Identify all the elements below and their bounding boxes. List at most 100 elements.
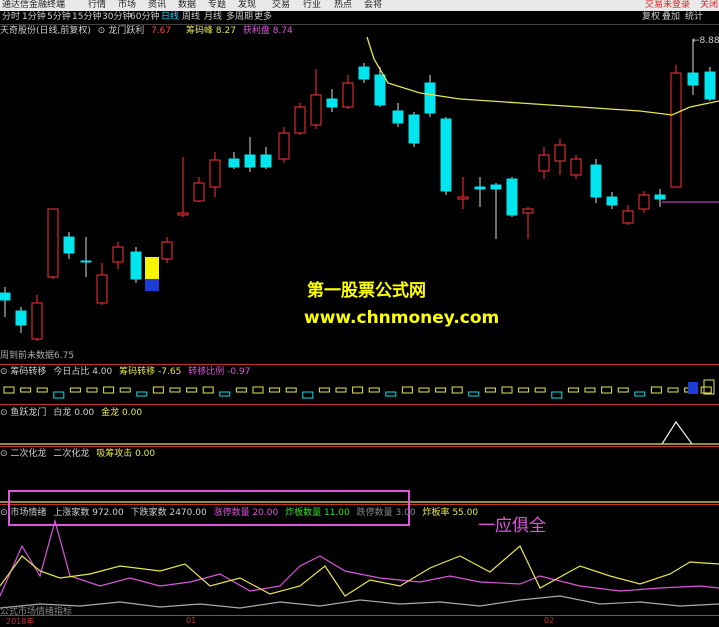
panel3-label-1: 金龙 — [101, 408, 120, 418]
candle-body — [130, 251, 142, 280]
indicator-name: 龙门跃利 — [108, 26, 145, 36]
menu-hangqing[interactable]: 行情 — [88, 0, 106, 11]
signal-peak — [661, 420, 693, 445]
profit-label: 获利盘 — [242, 26, 270, 36]
transfer-bar — [667, 387, 679, 393]
transfer-bar — [518, 387, 530, 393]
candle-body — [112, 246, 124, 263]
menu-hangye[interactable]: 行业 — [303, 0, 321, 11]
panel4-header: ⊙ 二次化龙 二次化龙 吸筹攻击 0.00 — [0, 448, 155, 460]
transfer-bar — [335, 387, 347, 393]
candle-body — [31, 302, 43, 340]
menu-zixun[interactable]: 资讯 — [148, 0, 166, 11]
transfer-bar — [36, 387, 48, 393]
app-logo-title: 通达信金融终端 — [2, 0, 66, 10]
menu-zhuanti[interactable]: 专题 — [208, 0, 226, 11]
candle-body — [209, 159, 221, 188]
panel2-name: 筹码转移 — [10, 367, 47, 377]
period-monthly[interactable]: 月线 — [204, 11, 222, 24]
candle-body — [161, 241, 173, 260]
candle-body — [260, 154, 272, 168]
transfer-bar — [584, 387, 596, 393]
candle-body — [392, 110, 404, 124]
profit-value: 8.74 — [272, 26, 293, 36]
candle-body — [358, 66, 370, 80]
candle-body — [474, 186, 486, 190]
period-weekly[interactable]: 周线 — [182, 11, 200, 24]
chip-peak-value: 8.27 — [215, 26, 236, 36]
menu-redian[interactable]: 热点 — [334, 0, 352, 11]
menu-shichang[interactable]: 市场 — [118, 0, 136, 11]
settings-icon[interactable]: ⊙ — [0, 408, 8, 418]
transfer-bar — [152, 386, 164, 394]
transfer-bar — [20, 387, 32, 393]
period-daily[interactable]: 日线 — [161, 11, 179, 24]
watermark-url: www.chnmoney.com — [304, 308, 500, 328]
trade-login-status[interactable]: 交易未登录 — [645, 0, 690, 11]
transfer-bar — [617, 387, 629, 393]
settings-icon[interactable]: ⊙ — [98, 26, 106, 36]
settings-icon[interactable]: ⊙ — [0, 367, 8, 377]
candle-body — [80, 260, 92, 263]
sentiment-line-yellow — [0, 545, 719, 597]
transfer-bar — [202, 386, 214, 394]
transfer-bar — [119, 387, 131, 393]
overlay-button[interactable]: 叠加 — [662, 11, 680, 24]
transfer-bar — [700, 386, 712, 394]
transfer-bar — [468, 391, 480, 397]
candle-body — [96, 274, 108, 304]
transfer-bar — [186, 387, 198, 393]
panel2-header: ⊙ 筹码转移 今日占比 4.00 筹码转移 -7.65 转移比例 -0.97 — [0, 366, 250, 378]
chip-transfer-chart[interactable] — [0, 378, 719, 403]
panel2-value-2: -0.97 — [227, 367, 251, 377]
chip-peak-label: 筹码峰 — [186, 26, 214, 36]
low-price-label: 周到前未数据6.75 — [0, 351, 75, 361]
transfer-bar — [484, 387, 496, 393]
watermark-title: 第一股票公式网 — [307, 281, 426, 301]
transfer-bar — [3, 386, 15, 394]
transfer-bar-highlight — [688, 382, 698, 394]
candle-body — [590, 164, 602, 198]
menu-shuju[interactable]: 数据 — [178, 0, 196, 11]
menu-jiaoyi[interactable]: 交易 — [272, 0, 290, 11]
transfer-bar — [169, 387, 181, 393]
period-60min[interactable]: 60分钟 — [130, 11, 159, 24]
yellow-marker — [145, 257, 159, 279]
period-15min[interactable]: 15分钟 — [72, 11, 101, 24]
candle-body — [228, 158, 240, 168]
menu-faxian[interactable]: 发现 — [238, 0, 256, 11]
candle-body — [294, 106, 306, 134]
panel2-value-1: -7.65 — [158, 367, 182, 377]
candle-body — [244, 154, 256, 168]
menu-bar: 通达信金融终端 行情 市场 资讯 数据 专题 发现 交易 行业 热点 会将 交易… — [0, 0, 719, 11]
close-link[interactable]: 关闭 — [700, 0, 718, 11]
fuquan-button[interactable]: 复权 — [642, 11, 660, 24]
menu-huijiang[interactable]: 会将 — [364, 0, 382, 11]
transfer-bar — [318, 387, 330, 393]
period-5min[interactable]: 5分钟 — [47, 11, 71, 24]
candle-body — [606, 196, 618, 206]
candle-body — [326, 98, 338, 108]
candle-body — [424, 82, 436, 114]
candle-body — [63, 236, 75, 254]
market-sentiment-chart[interactable] — [0, 516, 719, 616]
period-fenshi[interactable]: 分时 — [2, 11, 20, 24]
period-more[interactable]: 更多 — [254, 11, 272, 24]
period-1min[interactable]: 1分钟 — [22, 11, 46, 24]
period-multi[interactable]: 多周期 — [226, 11, 253, 24]
candle-body — [457, 196, 469, 200]
stats-button[interactable]: 统计 — [685, 11, 703, 24]
settings-icon[interactable]: ⊙ — [0, 449, 8, 459]
transfer-bar — [501, 386, 513, 394]
candle-body — [622, 210, 634, 224]
candle-body — [538, 154, 550, 172]
blue-marker — [145, 279, 159, 291]
dragon-signal-chart[interactable] — [0, 418, 719, 446]
transfer-bar — [53, 391, 65, 399]
period-30min[interactable]: 30分钟 — [102, 11, 131, 24]
candle-body — [654, 194, 666, 200]
transfer-bar — [86, 387, 98, 393]
candle-body — [47, 208, 59, 278]
candle-body — [490, 184, 502, 190]
panel3-name: 鱼跃龙门 — [10, 408, 47, 418]
